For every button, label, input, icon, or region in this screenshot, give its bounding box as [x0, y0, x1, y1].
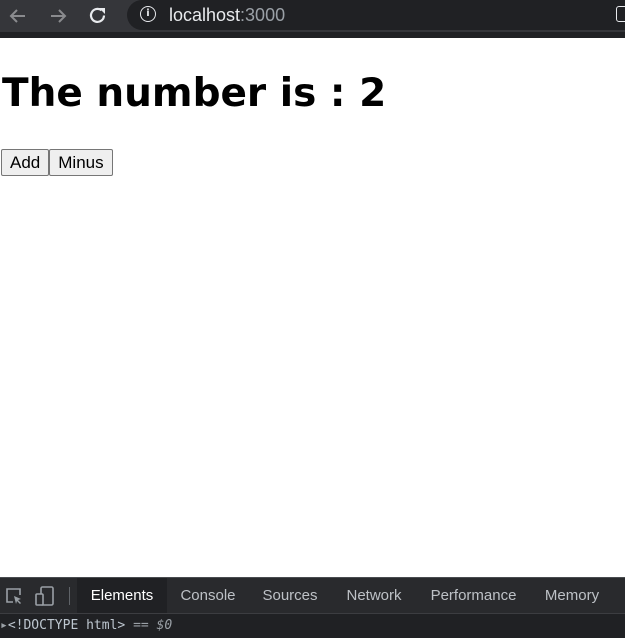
elements-dom-tree: ▸<!DOCTYPE html> == $0 — [0, 613, 625, 638]
tab-performance[interactable]: Performance — [420, 578, 527, 613]
tab-elements[interactable]: Elements — [77, 578, 167, 613]
tab-memory[interactable]: Memory — [531, 578, 613, 613]
dom-selected-ref: $0 — [156, 618, 173, 633]
toolbar-divider — [69, 587, 70, 605]
devtools-tab-bar: Elements Console Sources Network Perform… — [0, 577, 625, 613]
info-icon[interactable]: i — [140, 6, 156, 22]
add-button[interactable]: Add — [1, 149, 50, 176]
omnibox-action-icon[interactable] — [616, 6, 625, 22]
inspect-element-icon[interactable] — [4, 586, 24, 611]
dom-doctype-node[interactable]: <!DOCTYPE html> — [8, 618, 125, 633]
forward-button[interactable] — [45, 3, 71, 29]
page-title: The number is : 2 — [2, 71, 387, 116]
reload-icon — [89, 7, 106, 24]
reload-button[interactable] — [85, 3, 111, 29]
device-toolbar-icon[interactable] — [35, 586, 57, 611]
arrow-right-icon — [51, 9, 67, 23]
back-button[interactable] — [5, 3, 31, 29]
url-text[interactable]: localhost:3000 — [169, 5, 285, 25]
arrow-left-icon — [9, 9, 25, 23]
url-port: :3000 — [240, 5, 286, 25]
url-host: localhost — [169, 5, 241, 25]
tab-sources[interactable]: Sources — [251, 578, 329, 613]
expand-arrow-icon[interactable]: ▸ — [0, 618, 8, 633]
dom-equals: == — [133, 618, 149, 633]
minus-button[interactable]: Minus — [49, 149, 113, 176]
button-row: Add Minus — [1, 149, 113, 176]
tab-console[interactable]: Console — [168, 578, 248, 613]
browser-toolbar: i localhost:3000 — [0, 0, 625, 38]
tab-network[interactable]: Network — [332, 578, 416, 613]
